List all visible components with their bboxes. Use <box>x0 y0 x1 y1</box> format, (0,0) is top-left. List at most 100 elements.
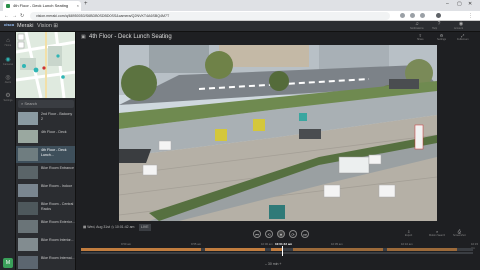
motion-search-button[interactable]: ⌕ Motion Search <box>429 229 445 237</box>
camera-thumbnail <box>18 238 38 251</box>
camera-search-input[interactable]: ⌕ Search <box>18 100 74 108</box>
camera-list-item-name: Bike Room - Indoor <box>41 184 72 188</box>
header-action-label: Help <box>432 27 438 30</box>
camera-list-item-name: Bike Room Internal... <box>41 256 75 260</box>
fullscreen-button[interactable]: ⤢ Fullscreen <box>457 33 469 41</box>
camera-list-item-name: Bike Room - Central Racks <box>41 202 74 211</box>
action-label: Screenshot <box>453 234 466 237</box>
browser-menu-icon[interactable]: ⋮ <box>468 12 473 20</box>
date-time-picker[interactable]: ▦ Wed, Aug 31st ◷ 10:01:42 am <box>83 224 134 231</box>
action-label: Export <box>405 234 413 237</box>
browser-tab[interactable]: 4th Floor - Deck Lunch Seating × <box>3 1 81 11</box>
camera-list-item[interactable]: Bike Room Exterior... <box>16 218 75 235</box>
extension-icon[interactable] <box>410 13 415 18</box>
extension-icon[interactable] <box>400 13 405 18</box>
forward-button[interactable]: ⟳ <box>289 230 297 238</box>
pause-button[interactable]: ⏸ <box>277 230 285 238</box>
alert-icon: ◎ <box>5 75 11 81</box>
camera-list-item-name: Bike Room Interior... <box>41 238 74 242</box>
camera-list-item[interactable]: 4th Floor - Deck Lunch... <box>16 146 75 163</box>
new-tab-button[interactable]: + <box>84 1 88 7</box>
camera-title-bar: ▣ 4th Floor - Deck Lunch Seating ◷ ⇪ Shar… <box>77 32 480 43</box>
camera-status-icon: ◷ <box>165 35 168 39</box>
timeline-track[interactable] <box>81 248 473 251</box>
camera-list-item-name: Bike Room Exterior... <box>41 220 75 224</box>
action-label: Share <box>417 38 424 41</box>
timeline-tick-label: 9:55 am <box>191 242 202 246</box>
playback-bar: ▦ Wed, Aug 31st ◷ 10:01:42 am LIVE ⏮ ⟲ ⏸ ⟳ ⏭… <box>77 222 480 270</box>
timeline-motion-track[interactable] <box>81 252 473 254</box>
camera-thumbnail <box>18 130 38 143</box>
gear-icon: ⚙ <box>5 93 11 99</box>
camera-thumbnail <box>18 148 38 161</box>
rail-item-cameras[interactable]: ◉ Cameras <box>1 56 15 70</box>
rail-item-label: Cameras <box>2 63 14 66</box>
timeline-tick-label: 10:00 am <box>261 242 273 246</box>
app-header: cisco Meraki Vision ⊞ ♫ Notifications? Hel… <box>0 21 480 32</box>
camera-thumbnail <box>18 112 38 125</box>
rail-item-settings[interactable]: ⚙ Settings <box>1 92 15 106</box>
camera-list-item-name: 4th Floor - Deck <box>41 130 67 134</box>
floor-map[interactable] <box>16 32 75 98</box>
back-icon[interactable]: ← <box>4 12 9 20</box>
rewind-button[interactable]: ⟲ <box>265 230 273 238</box>
live-badge[interactable]: LIVE <box>139 224 151 231</box>
left-nav-rail: M ⌂ Home ◉ Cameras ◎ Alerts ⚙ Settings <box>0 32 16 270</box>
camera-list-item-name: 4th Floor - Deck Lunch... <box>41 148 67 157</box>
skip-forward-button[interactable]: ⏭ <box>301 230 309 238</box>
camera-list-item[interactable]: Bike Room - Central Racks <box>16 200 75 217</box>
camera-thumbnail <box>18 202 38 215</box>
timeline-tick-label: 10:05 am <box>331 242 343 246</box>
skip-back-button[interactable]: ⏮ <box>253 230 261 238</box>
camera-list-item[interactable]: Bike Room - Indoor <box>16 182 75 199</box>
timeline[interactable]: 9:50 am 9:55 am 10:00 am 10:05 am 10:10 am 10… <box>81 242 478 262</box>
camera-icon: ◉ <box>5 57 11 63</box>
camera-video-feed[interactable] <box>119 45 437 221</box>
rail-item-alerts[interactable]: ◎ Alerts <box>1 74 15 88</box>
timeline-current-time: 10:01:42 am <box>275 242 293 246</box>
browser-tab-strip: 4th Floor - Deck Lunch Seating × + – ▢ ✕ <box>0 0 480 11</box>
camera-list-item[interactable]: Bike Room Internal... <box>16 254 75 270</box>
camera-list-item[interactable]: Bike Room Entrance <box>16 164 75 181</box>
address-bar-row: ← → ↻ vision.meraki.com/q/68950053/S6BDB… <box>0 11 480 21</box>
camera-list-item[interactable]: 4th Floor - Deck <box>16 128 75 145</box>
close-tab-icon[interactable]: × <box>77 1 79 11</box>
profile-avatar[interactable] <box>436 13 441 18</box>
rail-item-home[interactable]: ⌂ Home <box>1 38 15 52</box>
camera-title: 4th Floor - Deck Lunch Seating <box>89 34 172 40</box>
camera-icon: ▣ <box>81 34 86 40</box>
export-button[interactable]: ⇩ Export <box>405 229 412 237</box>
camera-thumbnail <box>18 184 38 197</box>
close-window-button[interactable]: ✕ <box>468 1 472 7</box>
favicon-icon <box>6 4 10 8</box>
timeline-zoom-control[interactable]: – 30 min + <box>265 262 281 266</box>
settings-button[interactable]: ⚙ Settings <box>437 33 446 41</box>
camera-list-item-name: Bike Room Entrance <box>41 166 74 170</box>
timeline-tick-label: 9:50 am <box>121 242 132 246</box>
header-action-label: Notifications <box>410 27 424 30</box>
forward-icon[interactable]: → <box>12 12 17 20</box>
action-label: Motion Search <box>429 234 446 237</box>
main-viewer: ▣ 4th Floor - Deck Lunch Seating ◷ ⇪ Shar… <box>77 32 480 270</box>
reload-icon[interactable]: ↻ <box>20 12 24 20</box>
org-badge[interactable]: M <box>3 258 13 268</box>
maximize-window-button[interactable]: ▢ <box>457 1 462 7</box>
product-switcher[interactable]: Vision ⊞ <box>37 23 58 29</box>
timeline-tick-label: 10:10 am <box>401 242 413 246</box>
camera-list-item[interactable]: Bike Room Interior... <box>16 236 75 253</box>
header-action-label: Account <box>454 27 464 30</box>
action-label: Fullscreen <box>457 38 469 41</box>
minimize-window-button[interactable]: – <box>446 1 449 7</box>
camera-list-panel: ⌕ Search 2nd Floor - Balcony 2 4th Floor … <box>16 32 76 270</box>
screenshot-button[interactable]: ⎙ Screenshot <box>453 229 466 237</box>
url-field[interactable]: vision.meraki.com/q/68950053/S6BDB0SDBD0… <box>30 12 390 20</box>
rail-item-label: Home <box>4 44 12 47</box>
browser-tab-title: 4th Floor - Deck Lunch Seating <box>13 3 69 8</box>
camera-thumbnail <box>18 166 38 179</box>
extension-icon[interactable] <box>420 13 425 18</box>
camera-thumbnail <box>18 256 38 269</box>
camera-list-item[interactable]: 2nd Floor - Balcony 2 <box>16 110 75 127</box>
brand-name[interactable]: Meraki <box>17 23 34 29</box>
camera-thumbnail <box>18 220 38 233</box>
share-button[interactable]: ⇪ Share <box>417 33 424 41</box>
